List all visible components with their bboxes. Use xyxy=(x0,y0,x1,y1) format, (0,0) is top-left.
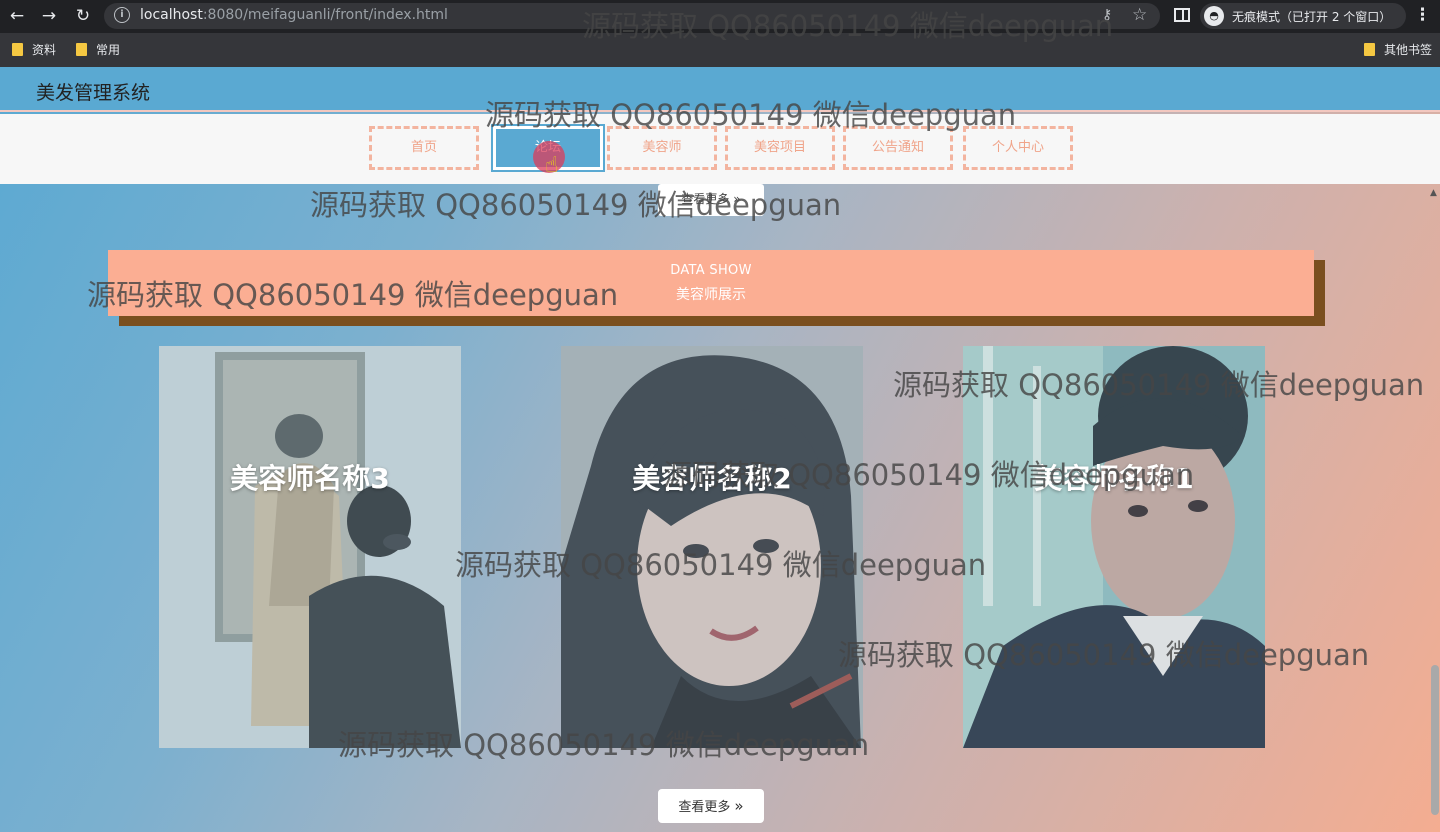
main-nav: 首页 论坛 美容师 美容项目 公告通知 个人中心 xyxy=(0,114,1440,184)
beautician-name: 美容师名称1 xyxy=(1034,462,1194,495)
nav-beauticians[interactable]: 美容师 xyxy=(607,126,717,170)
incognito-label: 无痕模式（已打开 2 个窗口） xyxy=(1232,10,1392,24)
beautician-photo xyxy=(963,346,1265,748)
reload-icon[interactable]: ↻ xyxy=(72,5,94,27)
bookmark-folder-changyong[interactable]: 常用 xyxy=(76,41,120,58)
nav-personal-center[interactable]: 个人中心 xyxy=(963,126,1073,170)
address-bar[interactable]: i localhost:8080/meifaguanli/front/index… xyxy=(104,3,1160,29)
section-cn-title: 美容师展示 xyxy=(676,287,746,303)
bookmark-folder-other[interactable]: 其他书签 xyxy=(1364,41,1432,58)
browser-toolbar: ← → ↻ i localhost:8080/meifaguanli/front… xyxy=(0,0,1440,33)
hand-cursor-icon: ☝ xyxy=(545,153,559,178)
bookmark-folder-ziliao[interactable]: 资料 xyxy=(12,41,56,58)
nav-beauty-projects[interactable]: 美容项目 xyxy=(725,126,835,170)
double-chevron-right-icon: » xyxy=(734,797,744,815)
nav-announcements[interactable]: 公告通知 xyxy=(843,126,953,170)
bookmark-star-icon[interactable]: ☆ xyxy=(1132,5,1147,25)
incognito-icon: ◓ xyxy=(1204,6,1224,26)
scroll-up-arrow-icon[interactable]: ▲ xyxy=(1430,188,1437,198)
site-info-icon[interactable]: i xyxy=(114,7,130,23)
bookmarks-bar: 资料 常用 其他书签 xyxy=(0,33,1440,67)
nav-home[interactable]: 首页 xyxy=(369,126,479,170)
folder-icon xyxy=(12,43,23,56)
site-title: 美发管理系统 xyxy=(36,82,151,104)
side-panel-icon[interactable] xyxy=(1174,8,1190,22)
forward-arrow-icon[interactable]: → xyxy=(38,5,60,27)
top-view-more-button[interactable]: 查看更多 » xyxy=(658,184,764,216)
password-key-icon[interactable]: ⚷ xyxy=(1102,7,1112,23)
browser-menu-icon[interactable]: ⋮ xyxy=(1414,5,1431,25)
section-banner: DATA SHOW 美容师展示 xyxy=(108,250,1314,316)
scrollbar-thumb[interactable] xyxy=(1431,665,1439,815)
folder-icon xyxy=(76,43,87,56)
folder-icon xyxy=(1364,43,1375,56)
beautician-card[interactable]: 美容师名称3 xyxy=(159,346,461,748)
section-en-title: DATA SHOW xyxy=(670,263,752,278)
url-text[interactable]: localhost:8080/meifaguanli/front/index.h… xyxy=(140,7,448,23)
beautician-name: 美容师名称2 xyxy=(632,462,792,495)
beautician-card[interactable]: 美容师名称1 xyxy=(963,346,1265,748)
site-header: 美发管理系统 xyxy=(0,67,1440,112)
page-viewport: 美发管理系统 首页 论坛 美容师 美容项目 公告通知 个人中心 查看更多 » D… xyxy=(0,67,1440,832)
beautician-photo xyxy=(561,346,863,748)
view-more-button[interactable]: 查看更多» xyxy=(658,789,764,823)
incognito-indicator[interactable]: ◓ 无痕模式（已打开 2 个窗口） xyxy=(1200,3,1406,29)
back-arrow-icon[interactable]: ← xyxy=(6,5,28,27)
beautician-photo xyxy=(159,346,461,748)
beautician-name: 美容师名称3 xyxy=(230,462,390,495)
beautician-card[interactable]: 美容师名称2 xyxy=(561,346,863,748)
